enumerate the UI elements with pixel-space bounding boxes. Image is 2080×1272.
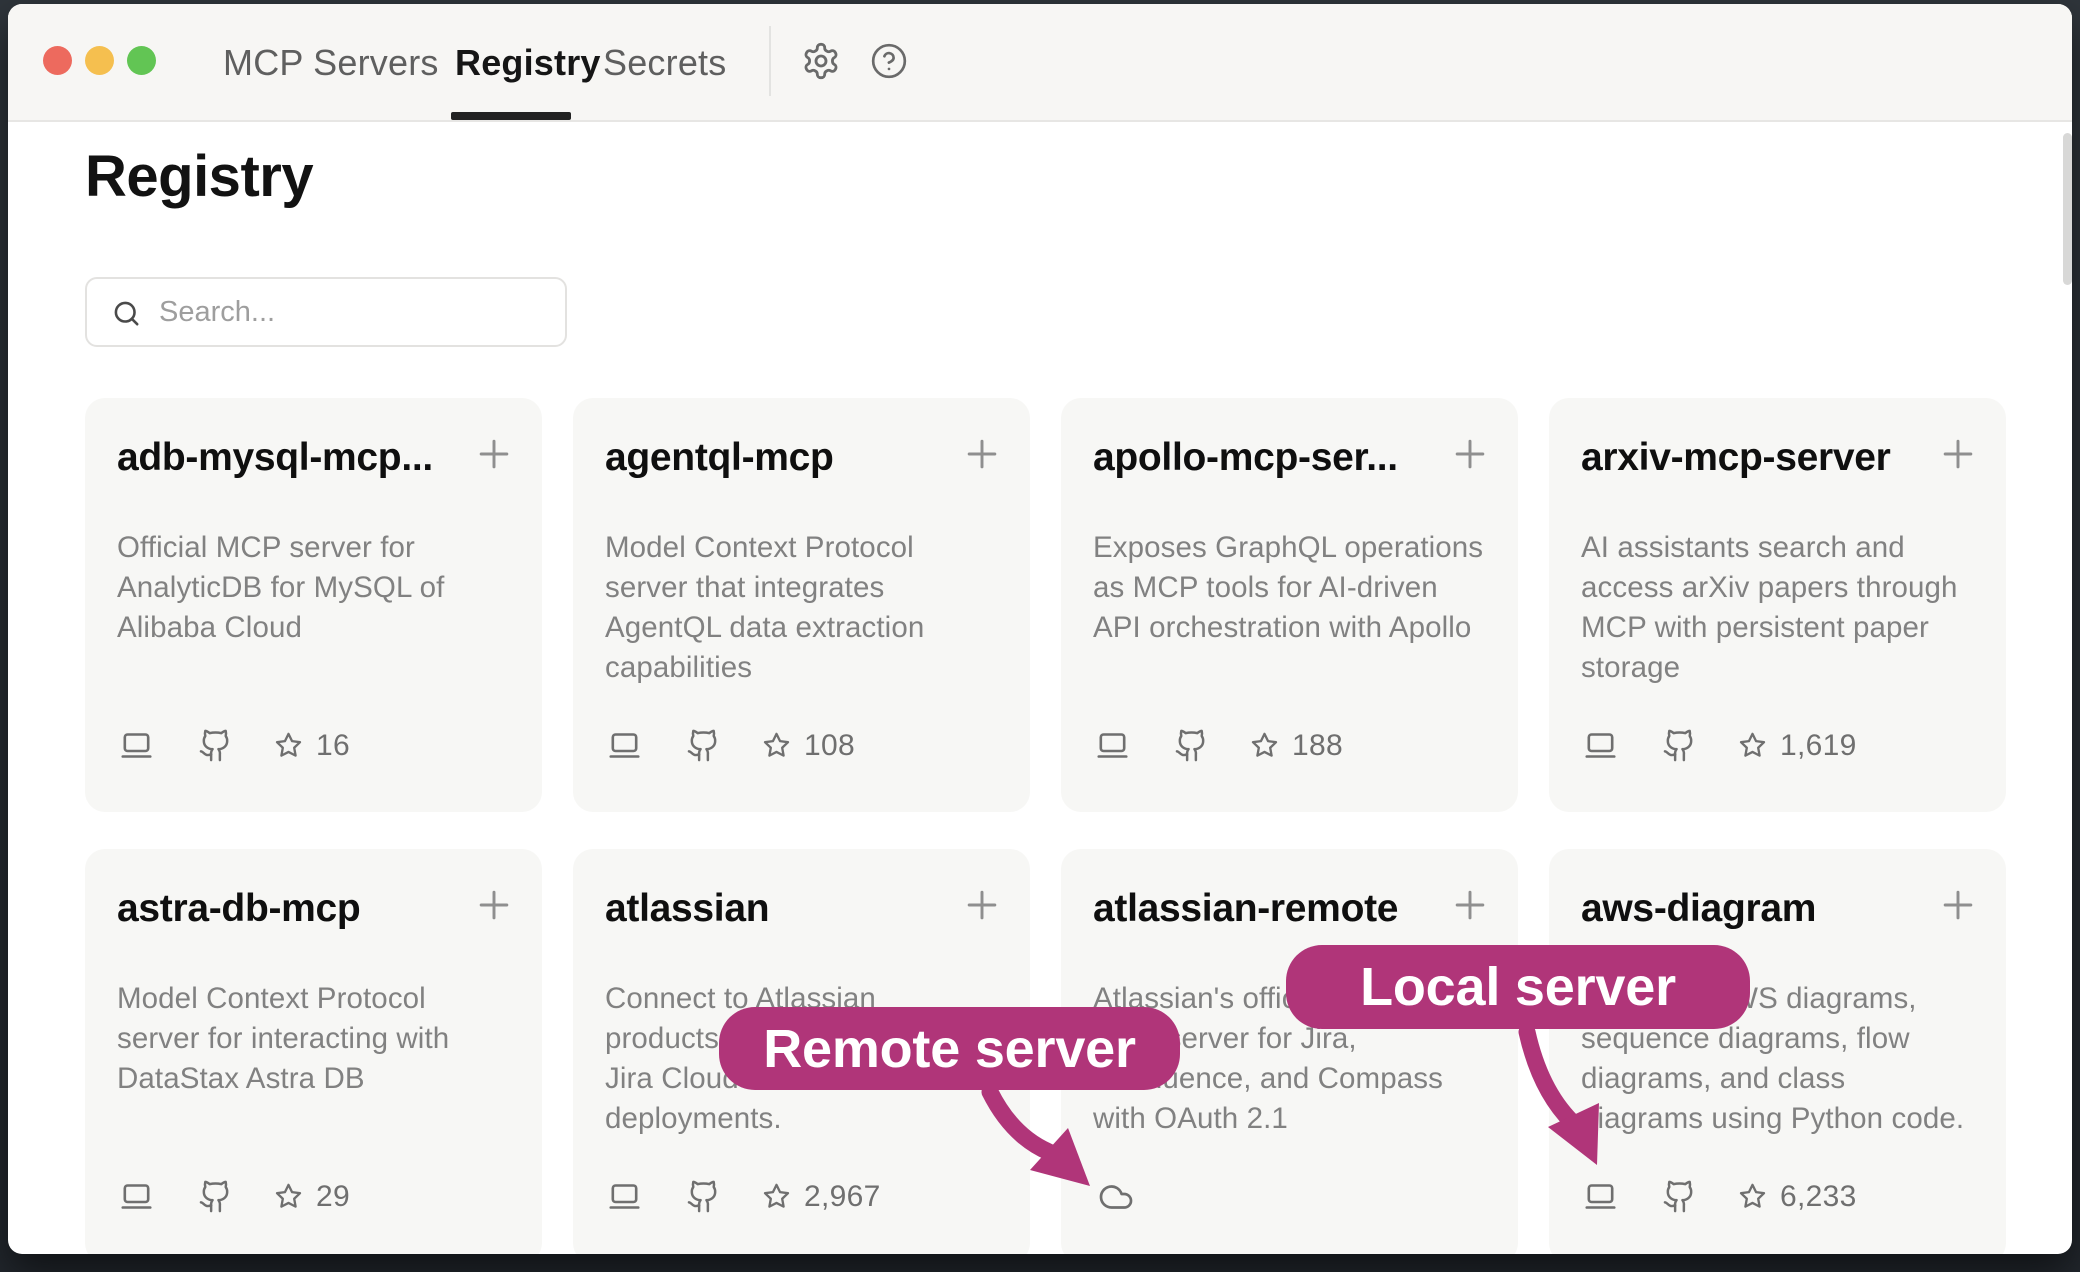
star-count: 1,619 — [1780, 729, 1857, 763]
add-server-button[interactable] — [472, 883, 516, 927]
server-card-adb-mysql-mcp[interactable]: adb-mysql-mcp... Official MCP server for… — [85, 398, 542, 812]
star-count: 108 — [804, 729, 855, 763]
tab-secrets[interactable]: Secrets — [603, 42, 726, 84]
plus-icon — [472, 883, 516, 927]
server-name: adb-mysql-mcp... — [117, 434, 462, 482]
server-card-astra-db-mcp[interactable]: astra-db-mcp Model Context Protocolserve… — [85, 849, 542, 1254]
search-box[interactable] — [85, 277, 567, 347]
add-server-button[interactable] — [1936, 883, 1980, 927]
close-window-button[interactable] — [43, 46, 72, 75]
star-count: 6,233 — [1780, 1180, 1857, 1214]
github-icon — [686, 1179, 721, 1214]
titlebar[interactable]: MCP Servers Registry Secrets — [8, 4, 2072, 122]
server-card-apollo-mcp-ser[interactable]: apollo-mcp-ser... Exposes GraphQL operat… — [1061, 398, 1518, 812]
server-description: Exposes GraphQL operationsas MCP tools f… — [1093, 528, 1490, 648]
server-name: agentql-mcp — [605, 434, 950, 482]
vertical-scrollbar-thumb[interactable] — [2063, 133, 2072, 285]
server-name: astra-db-mcp — [117, 885, 462, 933]
github-icon — [1662, 1179, 1697, 1214]
server-meta — [1093, 1179, 1139, 1215]
star-icon — [273, 730, 304, 761]
tab-registry[interactable]: Registry — [455, 42, 601, 84]
server-name: atlassian — [605, 885, 950, 933]
app-window: MCP Servers Registry Secrets Registry — [8, 4, 2072, 1254]
star-icon — [761, 1181, 792, 1212]
cloud-icon — [1093, 1179, 1139, 1215]
add-server-button[interactable] — [1448, 432, 1492, 476]
server-description: Official MCP server forAnalyticDB for My… — [117, 528, 514, 648]
server-description: AI assistants search andaccess arXiv pap… — [1581, 528, 1978, 688]
add-server-button[interactable] — [1936, 432, 1980, 476]
github-icon — [1174, 728, 1209, 763]
laptop-icon — [1093, 729, 1132, 762]
server-card-aws-diagram[interactable]: aws-diagram Generate AWS diagrams,sequen… — [1549, 849, 2006, 1254]
help-icon[interactable] — [870, 42, 908, 80]
local-server-callout: Local server — [1286, 945, 1750, 1029]
add-server-button[interactable] — [472, 432, 516, 476]
server-meta: 29 — [117, 1179, 350, 1214]
server-meta: 108 — [605, 728, 855, 763]
registry-card-grid: adb-mysql-mcp... Official MCP server for… — [85, 398, 2006, 1254]
star-icon — [273, 1181, 304, 1212]
server-description: Model Context Protocolserver that integr… — [605, 528, 1002, 688]
server-meta: 1,619 — [1581, 728, 1857, 763]
laptop-icon — [117, 729, 156, 762]
active-tab-indicator — [451, 112, 571, 120]
server-name: atlassian-remote — [1093, 885, 1438, 933]
star-icon — [1737, 1181, 1768, 1212]
server-card-agentql-mcp[interactable]: agentql-mcp Model Context Protocolserver… — [573, 398, 1030, 812]
server-description: Model Context Protocolserver for interac… — [117, 979, 514, 1099]
laptop-icon — [117, 1180, 156, 1213]
page-title: Registry — [85, 142, 313, 212]
plus-icon — [1936, 883, 1980, 927]
server-meta: 16 — [117, 728, 350, 763]
server-meta: 188 — [1093, 728, 1343, 763]
header-divider — [769, 26, 771, 96]
star-icon — [1737, 730, 1768, 761]
tab-mcp-servers[interactable]: MCP Servers — [223, 42, 439, 84]
settings-gear-icon[interactable] — [801, 41, 841, 81]
plus-icon — [960, 883, 1004, 927]
add-server-button[interactable] — [1448, 883, 1492, 927]
plus-icon — [472, 432, 516, 476]
desktop-background: MCP Servers Registry Secrets Registry — [0, 0, 2080, 1272]
star-icon — [1249, 730, 1280, 761]
star-count: 16 — [316, 729, 350, 763]
add-server-button[interactable] — [960, 432, 1004, 476]
zoom-window-button[interactable] — [127, 46, 156, 75]
search-input[interactable] — [159, 279, 549, 345]
search-icon — [111, 298, 142, 334]
plus-icon — [1448, 432, 1492, 476]
plus-icon — [960, 432, 1004, 476]
star-icon — [761, 730, 792, 761]
github-icon — [686, 728, 721, 763]
server-card-arxiv-mcp-server[interactable]: arxiv-mcp-server AI assistants search an… — [1549, 398, 2006, 812]
github-icon — [1662, 728, 1697, 763]
github-icon — [198, 1179, 233, 1214]
laptop-icon — [1581, 729, 1620, 762]
add-server-button[interactable] — [960, 883, 1004, 927]
server-name: apollo-mcp-ser... — [1093, 434, 1438, 482]
plus-icon — [1936, 432, 1980, 476]
server-name: aws-diagram — [1581, 885, 1926, 933]
laptop-icon — [1581, 1180, 1620, 1213]
minimize-window-button[interactable] — [85, 46, 114, 75]
laptop-icon — [605, 729, 644, 762]
plus-icon — [1448, 883, 1492, 927]
laptop-icon — [605, 1180, 644, 1213]
remote-server-callout: Remote server — [719, 1007, 1180, 1090]
github-icon — [198, 728, 233, 763]
star-count: 2,967 — [804, 1180, 881, 1214]
server-name: arxiv-mcp-server — [1581, 434, 1926, 482]
server-meta: 6,233 — [1581, 1179, 1857, 1214]
star-count: 188 — [1292, 729, 1343, 763]
server-meta: 2,967 — [605, 1179, 881, 1214]
star-count: 29 — [316, 1180, 350, 1214]
